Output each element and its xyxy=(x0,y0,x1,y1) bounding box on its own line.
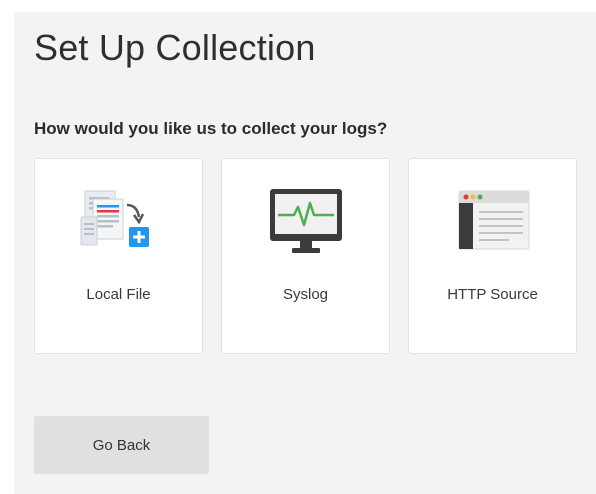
http-browser-icon xyxy=(458,190,529,250)
option-label-local-file: Local File xyxy=(86,286,151,303)
page-title: Set Up Collection xyxy=(34,27,316,68)
option-syslog[interactable]: Syslog xyxy=(221,158,390,354)
option-label-http-source: HTTP Source xyxy=(447,286,538,303)
option-label-syslog: Syslog xyxy=(282,286,329,303)
collection-question: How would you like us to collect your lo… xyxy=(34,119,388,138)
local-file-icon xyxy=(80,190,149,247)
syslog-monitor-icon xyxy=(269,189,342,253)
option-local-file[interactable]: Local File xyxy=(34,158,203,354)
setup-collection-panel: Set Up Collection How would you like us … xyxy=(14,12,596,494)
collection-options: Local File Syslog HTTP Source xyxy=(34,158,578,354)
go-back-button[interactable]: Go Back xyxy=(34,416,209,474)
option-http-source[interactable]: HTTP Source xyxy=(408,158,577,354)
